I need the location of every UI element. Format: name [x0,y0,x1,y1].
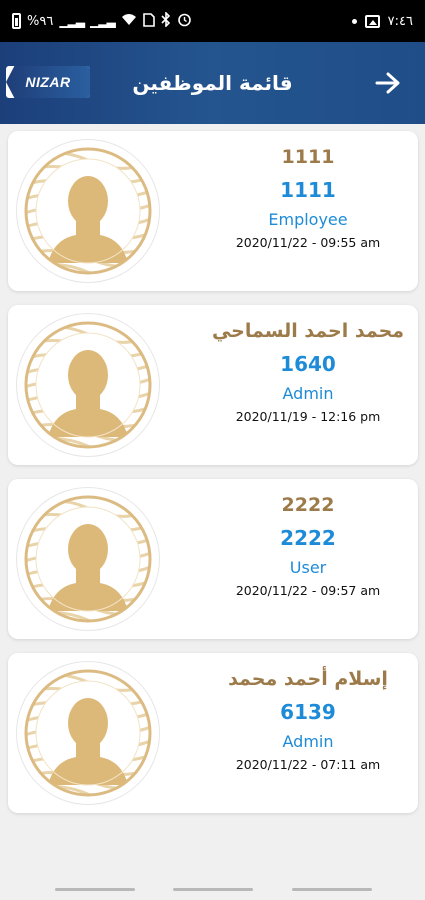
employee-id: 6139 [280,700,336,724]
employee-role: Admin [282,732,334,751]
avatar [16,313,160,457]
nav-recents-handle[interactable] [55,888,135,891]
employee-name: إسلام أحمد محمد [228,668,388,690]
nav-home-handle[interactable] [173,888,253,891]
employee-id: 2222 [280,526,336,550]
person-silhouette-icon [24,321,152,449]
signal-icon-2: ▁▂▃ [90,14,116,28]
employee-name: محمد احمد السماحي [211,320,405,342]
nizar-logo: NIZAR [6,66,90,98]
avatar [16,661,160,805]
sim-icon [142,12,155,30]
employee-list: 1111 1111 Employee 2020/11/22 - 09:55 am [8,131,418,827]
employee-card[interactable]: إسلام أحمد محمد 6139 Admin 2020/11/22 - … [8,653,418,813]
employee-role: Employee [268,210,348,229]
employee-id: 1111 [280,178,336,202]
employee-name: 1111 [281,146,335,168]
back-button[interactable] [373,68,403,98]
system-nav-bar [0,880,425,900]
employee-date: 2020/11/22 - 07:11 am [235,757,381,772]
employee-info: إسلام أحمد محمد 6139 Admin 2020/11/22 - … [208,663,408,775]
page-title: قائمة الموظفين [132,71,293,95]
notification-dot-icon [351,18,357,24]
nav-back-handle[interactable] [292,888,372,891]
arrow-right-icon [375,72,400,94]
avatar [16,487,160,631]
image-icon [364,14,380,28]
logo-text: NIZAR [25,74,71,90]
person-silhouette-icon [24,669,152,797]
status-right: ٧:٤٦ [351,13,413,29]
logo-badge: NIZAR [6,66,90,98]
app-bar: NIZAR قائمة الموظفين [0,42,425,124]
person-silhouette-icon [24,495,152,623]
employee-id: 1640 [280,352,336,376]
status-bar: %٩٦ ▁▂▃ ▁▂▃ ٧:٤٦ [0,0,425,42]
person-silhouette-icon [24,147,152,275]
battery-percent: %٩٦ [27,13,54,29]
employee-card[interactable]: محمد احمد السماحي 1640 Admin 2020/11/19 … [8,305,418,465]
battery-icon [12,13,21,29]
wifi-icon [121,13,137,29]
employee-info: 2222 2222 User 2020/11/22 - 09:57 am [208,489,408,601]
employee-role: User [289,558,327,577]
employee-card[interactable]: 2222 2222 User 2020/11/22 - 09:57 am [8,479,418,639]
alarm-icon [177,12,192,30]
clock-time: ٧:٤٦ [387,13,413,29]
employee-info: محمد احمد السماحي 1640 Admin 2020/11/19 … [208,315,408,427]
employee-date: 2020/11/22 - 09:57 am [235,583,381,598]
signal-icon: ▁▂▃ [59,14,85,28]
employee-card[interactable]: 1111 1111 Employee 2020/11/22 - 09:55 am [8,131,418,291]
employee-date: 2020/11/22 - 09:55 am [235,235,381,250]
employee-role: Admin [282,384,334,403]
employee-name: 2222 [281,494,335,516]
employee-info: 1111 1111 Employee 2020/11/22 - 09:55 am [208,141,408,253]
avatar [16,139,160,283]
employee-date: 2020/11/19 - 12:16 pm [235,409,381,424]
status-left: %٩٦ ▁▂▃ ▁▂▃ [12,11,192,30]
bluetooth-icon [161,11,171,30]
